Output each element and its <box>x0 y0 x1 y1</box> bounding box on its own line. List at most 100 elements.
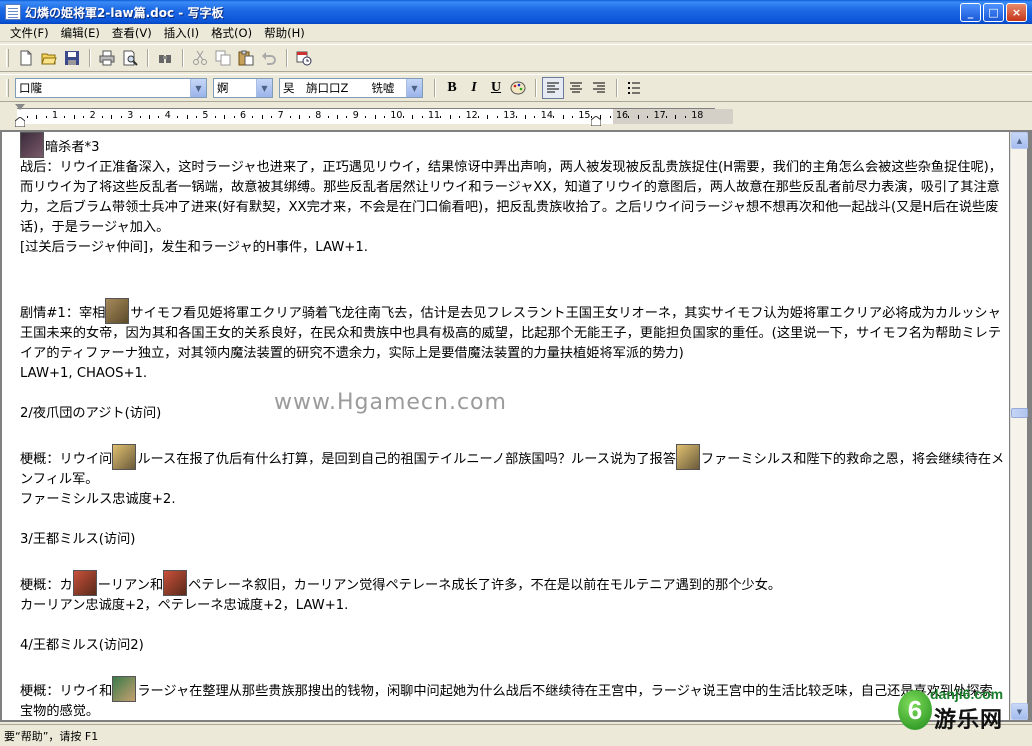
scrollbar-thumb[interactable] <box>1011 408 1028 418</box>
align-right-icon[interactable] <box>588 77 610 99</box>
chevron-down-icon[interactable]: ▼ <box>190 79 206 97</box>
menu-help[interactable]: 帮助(H) <box>258 25 311 41</box>
toolbar-separator <box>616 79 618 97</box>
color-palette-icon[interactable] <box>507 77 529 99</box>
ruler-label: 16 <box>616 110 629 121</box>
ruler-label: 9 <box>352 110 359 121</box>
ruler-tick <box>177 116 179 118</box>
ruler-tick <box>449 115 451 119</box>
ruler-tick <box>515 116 517 118</box>
font-size-combobox[interactable]: 婀 ▼ <box>213 78 273 98</box>
underline-button[interactable]: U <box>485 77 507 99</box>
align-center-icon[interactable] <box>565 77 587 99</box>
ruler-label: 1 <box>52 110 59 121</box>
toolbar-grip[interactable] <box>6 49 9 67</box>
document-text: 战后：リウイ正准备深入，这时ラージャ也进来了，正巧遇见リウイ，结果惊讶中弄出声响… <box>20 160 1002 235</box>
right-indent-marker[interactable] <box>591 116 601 126</box>
first-line-indent-marker[interactable] <box>15 104 25 110</box>
minimize-button[interactable]: _ <box>960 3 981 22</box>
document-paragraph: LAW+1, CHAOS+1. <box>20 364 1005 384</box>
document-text: 2/夜爪団のアジト(访问) <box>20 406 162 421</box>
ruler-tick <box>120 116 122 118</box>
document-paragraph: 梗概：リウイ问 ルース在报了仇后有什么打算，是回到自己的祖国テイルニーノ部族国吗？… <box>20 444 1005 490</box>
align-left-icon[interactable] <box>542 77 564 99</box>
open-folder-icon[interactable] <box>38 47 60 69</box>
undo-icon[interactable] <box>258 47 280 69</box>
find-icon[interactable] <box>154 47 176 69</box>
ruler-tick <box>421 116 423 118</box>
ruler-tick <box>459 116 461 118</box>
document-paragraph: 暗杀者*3 <box>20 132 1005 158</box>
font-name-combobox[interactable]: 口隴 ▼ <box>15 78 207 98</box>
scroll-up-button[interactable]: ▲ <box>1011 132 1028 149</box>
close-button[interactable]: × <box>1006 3 1027 22</box>
ruler-tick <box>186 115 188 119</box>
print-preview-icon[interactable] <box>119 47 141 69</box>
ruler-tick <box>73 115 75 119</box>
insert-datetime-icon[interactable] <box>293 47 315 69</box>
document-paragraph: 梗概：カ ーリアン和 ペテレーネ叙旧，カーリアン觉得ペテレーネ成长了许多，不在是以前… <box>20 570 1005 596</box>
toolbar-separator <box>89 49 91 67</box>
toolbar-separator <box>147 49 149 67</box>
status-help-text: 要“帮助”，请按 F1 <box>4 729 99 743</box>
toolbar-separator <box>434 79 436 97</box>
bullets-icon[interactable] <box>623 77 645 99</box>
document-paragraph: カーリアン忠诚度+2，ペテレーネ忠诚度+2，LAW+1. <box>20 596 1005 616</box>
ruler-tick <box>111 115 113 119</box>
document-text: ーリアン和 <box>97 578 164 593</box>
ruler-tick <box>271 116 273 118</box>
ruler[interactable]: 1 2 3 4 5 6 7 8 9 10 11 12 13 14 15 16 17 18 <box>0 104 1032 128</box>
ruler-tick <box>440 116 442 118</box>
document-page[interactable]: 暗杀者*3 战后：リウイ正准备深入，这时ラージャ也进来了，正巧遇见リウイ，结果惊讶… <box>2 132 1009 720</box>
ruler-tick <box>139 116 141 118</box>
character-portrait <box>675 444 700 470</box>
ruler-tick <box>572 116 573 118</box>
ruler-tick <box>337 115 338 119</box>
ruler-tick <box>609 116 611 118</box>
bold-button[interactable]: B <box>441 77 463 99</box>
ruler-tick <box>374 115 376 119</box>
document-text: LAW+1, CHAOS+1. <box>20 366 148 381</box>
save-icon[interactable] <box>61 47 83 69</box>
maximize-button[interactable]: □ <box>983 3 1004 22</box>
ruler-tick <box>224 115 226 119</box>
copy-icon[interactable] <box>212 47 234 69</box>
left-indent-marker[interactable] <box>15 117 25 127</box>
vertical-scrollbar[interactable]: ▲ ▼ <box>1010 132 1028 720</box>
document-paragraph: 战后：リウイ正准备深入，这时ラージャ也进来了，正巧遇见リウイ，结果惊讶中弄出声响… <box>20 158 1005 238</box>
document-text: 3/王都ミルス(访问) <box>20 532 136 547</box>
document-text: 梗概：カ <box>20 578 73 593</box>
toolbar-separator <box>286 49 288 67</box>
document-text: ペテレーネ叙旧，カーリアン觉得ペテレーネ成长了许多，不在是以前在モルテニア遇到的… <box>188 578 782 593</box>
document-text: カーリアン忠诚度+2，ペテレーネ忠诚度+2，LAW+1. <box>20 598 349 613</box>
ruler-label: 12 <box>465 110 478 121</box>
paste-icon[interactable] <box>235 47 257 69</box>
menu-format[interactable]: 格式(O) <box>205 25 258 41</box>
chevron-down-icon[interactable]: ▼ <box>256 79 272 97</box>
document-paragraph: 剧情#1：宰相 サイモフ看见姫将軍エクリア骑着飞龙往南飞去，估计是去见フレスラント… <box>20 298 1005 364</box>
print-icon[interactable] <box>96 47 118 69</box>
site-logo-overlay: 6 danji6.com 游乐网 <box>898 676 1032 746</box>
menu-insert[interactable]: 插入(I) <box>158 25 205 41</box>
character-portrait <box>163 570 188 596</box>
ruler-label: 7 <box>277 110 284 121</box>
document-text: ラージャ在整理从那些贵族那搜出的钱物，闲聊中问起她为什么战后不继续待在王宫中，ラ… <box>20 684 993 719</box>
title-bar: 幻燐の姫将軍2-law篇.doc - 写字板 _ □ × <box>0 0 1032 24</box>
ruler-label: 17 <box>653 110 666 121</box>
menu-file[interactable]: 文件(F) <box>4 25 55 41</box>
toolbar-grip[interactable] <box>6 79 9 97</box>
script-combobox[interactable]: 旲 旃口口Z 铣嘘 ▼ <box>279 78 423 98</box>
chevron-down-icon[interactable]: ▼ <box>406 79 422 97</box>
ruler-label: 5 <box>202 110 209 121</box>
menu-edit[interactable]: 编辑(E) <box>55 25 106 41</box>
menu-view[interactable]: 查看(V) <box>106 25 158 41</box>
document-content[interactable]: 暗杀者*3 战后：リウイ正准备深入，这时ラージャ也进来了，正巧遇见リウイ，结果惊讶… <box>20 132 1005 720</box>
new-document-icon[interactable] <box>15 47 37 69</box>
ruler-label: 8 <box>315 110 322 121</box>
ruler-tick <box>684 116 686 118</box>
italic-button[interactable]: I <box>463 77 485 99</box>
cut-icon[interactable] <box>189 47 211 69</box>
